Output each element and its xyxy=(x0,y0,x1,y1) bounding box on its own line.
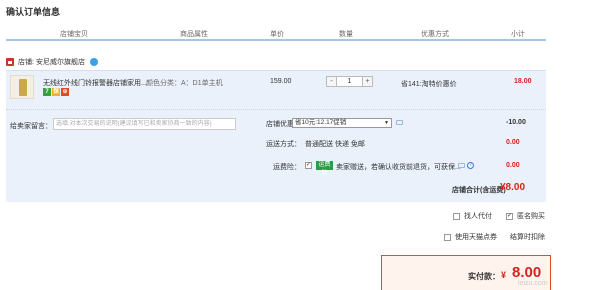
column-quantity: 数量 xyxy=(339,31,353,38)
quantity-input[interactable]: 1 xyxy=(336,77,363,86)
help-icon[interactable]: ? xyxy=(467,162,474,169)
proxy-pay-label: 找人代付 xyxy=(464,213,492,220)
wangwang-chat-icon[interactable] xyxy=(89,58,98,66)
watermark: leizu.com xyxy=(518,280,548,287)
tmall-points-checkbox[interactable] xyxy=(444,233,451,241)
quantity-stepper: - 1 + xyxy=(326,76,373,87)
divider xyxy=(6,109,546,110)
anonymous-checkbox[interactable]: ✓ xyxy=(506,212,513,220)
guarantee-icon: 保 xyxy=(52,88,60,96)
column-header: 店铺宝贝 商品属性 单价 数量 优惠方式 小计 xyxy=(6,27,546,41)
increase-quantity-button[interactable]: + xyxy=(363,77,372,86)
order-item-block: 无线红外线门铃报警器店铺家用... 颜色分类：A：D1单主机 7 保 ⊕ 159… xyxy=(6,70,546,202)
product-title-link[interactable]: 无线红外线门铃报警器店铺家用... xyxy=(43,78,147,88)
service-tags: 7 保 ⊕ xyxy=(43,88,69,96)
shop-icon xyxy=(6,58,14,66)
shop-label: 店铺: xyxy=(18,59,34,66)
column-subtotal: 小计 xyxy=(511,31,525,38)
insurance-label: 运费险： xyxy=(273,164,301,171)
page-title: 确认订单信息 xyxy=(6,7,61,17)
shop-total-value: ¥8.00 xyxy=(500,182,526,193)
payment-label: 实付款： xyxy=(468,272,500,281)
promotion-text: 省141:淘特价惠价 xyxy=(401,81,457,88)
column-price: 单价 xyxy=(270,31,284,38)
anonymous-option[interactable]: ✓ 匿名购买 xyxy=(506,211,545,221)
shipping-method: 普通配送 快递 免邮 xyxy=(305,141,365,148)
message-label: 给卖家留言： xyxy=(10,123,52,130)
product-attribute: 颜色分类：A：D1单主机 xyxy=(146,80,223,87)
anonymous-label: 匿名购买 xyxy=(517,213,545,220)
shop-total-label: 店铺合计(含运费) xyxy=(452,187,506,194)
insurance-info-icon[interactable] xyxy=(458,163,465,168)
settlement-discount-label: 结算时扣除 xyxy=(510,234,545,241)
proxy-pay-checkbox[interactable] xyxy=(453,212,460,220)
shipping-fee: 0.00 xyxy=(506,139,520,146)
coupon-info-icon[interactable] xyxy=(396,120,403,125)
seller-message-input[interactable]: 选填:对本次交易的说明(建议填写已和卖家协商一致的内容) xyxy=(53,118,236,130)
shop-row: 店铺: 安尼威尔旗舰店 xyxy=(6,56,98,68)
column-shop-item: 店铺宝贝 xyxy=(60,31,88,38)
insurance-checkbox[interactable]: ✓ xyxy=(305,162,312,169)
payment-currency: ¥ xyxy=(501,270,507,280)
seven-day-return-icon: 7 xyxy=(43,88,51,96)
item-subtotal: 18.00 xyxy=(514,78,532,85)
shipping-label: 运送方式： xyxy=(266,141,301,148)
shop-coupon-value: -10.00 xyxy=(506,119,526,126)
insurance-badge: 运费险 xyxy=(316,161,333,177)
tmall-points-label: 使用天猫点券 xyxy=(455,234,497,241)
column-discount: 优惠方式 xyxy=(421,31,449,38)
shop-coupon-select[interactable]: 省10元:12.17促销 xyxy=(292,118,392,128)
insurance-description: 卖家赠送，若确认收货前退货，可获保... xyxy=(336,164,461,171)
column-attribute: 商品属性 xyxy=(180,31,208,38)
product-thumbnail[interactable] xyxy=(10,75,34,99)
decrease-quantity-button[interactable]: - xyxy=(327,77,336,86)
insurance-tag-icon: ⊕ xyxy=(61,88,69,96)
tmall-points-option[interactable]: 使用天猫点券 xyxy=(444,232,497,242)
shop-name-link[interactable]: 安尼威尔旗舰店 xyxy=(36,57,85,67)
unit-price: 159.00 xyxy=(270,78,292,85)
payment-amount: 8.00 xyxy=(512,264,542,281)
insurance-fee: 0.00 xyxy=(506,162,520,169)
proxy-pay-option[interactable]: 找人代付 xyxy=(453,211,492,221)
